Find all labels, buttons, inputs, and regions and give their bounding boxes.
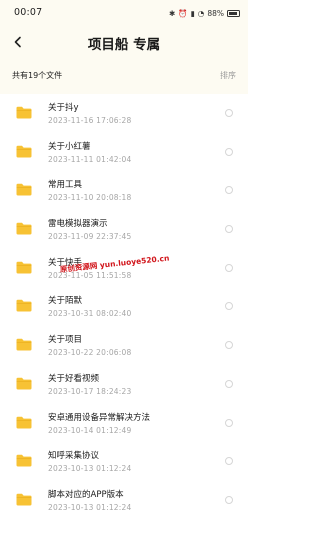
file-name: 关于陌默 <box>48 296 83 307</box>
page-title: 项目船 专属 <box>87 37 161 53</box>
file-row[interactable]: 安卓通用设备异常解决方法 2023-10-14 01:12:49 <box>0 404 248 443</box>
file-count: 共有19个文件 <box>12 71 63 80</box>
folder-icon <box>16 106 32 119</box>
file-date: 2023-11-10 20:08:18 <box>48 193 132 203</box>
folder-icon <box>16 416 32 428</box>
folder-icon <box>16 377 32 390</box>
file-date: 2023-10-17 18:24:23 <box>48 386 132 396</box>
select-radio[interactable] <box>225 225 233 234</box>
file-date: 2023-11-16 17:06:28 <box>48 116 132 125</box>
file-name: 知呼采集协议 <box>48 451 100 462</box>
select-radio[interactable] <box>225 263 233 272</box>
file-date: 2023-10-13 01:12:24 <box>48 502 132 512</box>
file-row[interactable]: 脚本对应的APP版本 2023-10-13 01:12:24 <box>0 481 248 520</box>
folder-icon <box>16 184 32 196</box>
file-row[interactable]: 关于陌默 2023-10-31 08:02:40 <box>0 287 248 326</box>
select-radio[interactable] <box>225 418 233 427</box>
select-radio[interactable] <box>225 186 233 195</box>
battery-percent: 88% <box>207 8 224 18</box>
folder-icon <box>16 145 32 158</box>
folder-icon <box>16 493 32 506</box>
alarm-icon: ⏰ <box>178 8 188 18</box>
file-list: 关于抖y 2023-11-16 17:06:28 关于小红薯 2023-11-11 0… <box>0 94 248 520</box>
status-bar: 00:07 ✱ ⏰ ▮ ◔ 88% <box>0 0 248 26</box>
file-name: 关于小红薯 <box>48 141 91 152</box>
file-row[interactable]: 关于好看视频 2023-10-17 18:24:23 <box>0 365 248 404</box>
status-time: 00:07 <box>14 7 43 18</box>
battery-icon <box>227 9 240 17</box>
file-name: 安卓通用设备异常解决方法 <box>48 412 151 423</box>
file-name: 常用工具 <box>48 180 83 191</box>
list-toolbar: 共有19个文件 排序 <box>0 58 248 94</box>
file-date: 2023-11-11 01:42:04 <box>48 154 132 164</box>
select-radio[interactable] <box>225 457 233 466</box>
file-row[interactable]: 知呼采集协议 2023-10-13 01:12:24 <box>0 442 248 481</box>
select-radio[interactable] <box>225 302 233 311</box>
select-radio[interactable] <box>225 109 233 117</box>
file-name: 雷电模拟器演示 <box>48 219 108 230</box>
bluetooth-icon: ✱ <box>169 8 176 18</box>
status-icons: ✱ ⏰ ▮ ◔ 88% <box>169 6 240 20</box>
signal-icon: ▮ <box>190 8 195 18</box>
select-radio[interactable] <box>225 147 233 156</box>
folder-icon <box>16 222 32 235</box>
file-date: 2023-10-14 01:12:49 <box>48 425 132 435</box>
file-name: 关于项目 <box>48 335 83 346</box>
sort-button[interactable]: 排序 <box>220 70 236 81</box>
file-name: 脚本对应的APP版本 <box>48 489 124 500</box>
folder-icon <box>16 454 32 467</box>
select-radio[interactable] <box>225 379 233 388</box>
file-name: 关于好看视频 <box>48 373 100 384</box>
file-row[interactable]: 关于项目 2023-10-22 20:06:08 <box>0 326 248 365</box>
wifi-icon: ◔ <box>197 8 205 18</box>
folder-icon <box>16 300 32 312</box>
folder-icon <box>16 338 32 351</box>
file-date: 2023-11-09 22:37:45 <box>48 232 132 242</box>
file-name: 关于抖y <box>48 103 79 113</box>
file-date: 2023-10-13 01:12:24 <box>48 464 132 474</box>
file-row[interactable]: 常用工具 2023-11-10 20:08:18 <box>0 171 248 210</box>
file-row[interactable]: 雷电模拟器演示 2023-11-09 22:37:45 <box>0 210 248 249</box>
select-radio[interactable] <box>225 341 233 350</box>
file-date: 2023-10-22 20:06:08 <box>48 348 132 358</box>
file-date: 2023-10-31 08:02:40 <box>48 309 132 319</box>
header: 项目船 专属 <box>0 26 248 58</box>
select-radio[interactable] <box>225 495 233 504</box>
file-row[interactable]: 关于小红薯 2023-11-11 01:42:04 <box>0 133 248 172</box>
file-row[interactable]: 关于抖y 2023-11-16 17:06:28 <box>0 94 248 133</box>
folder-icon <box>16 261 32 274</box>
